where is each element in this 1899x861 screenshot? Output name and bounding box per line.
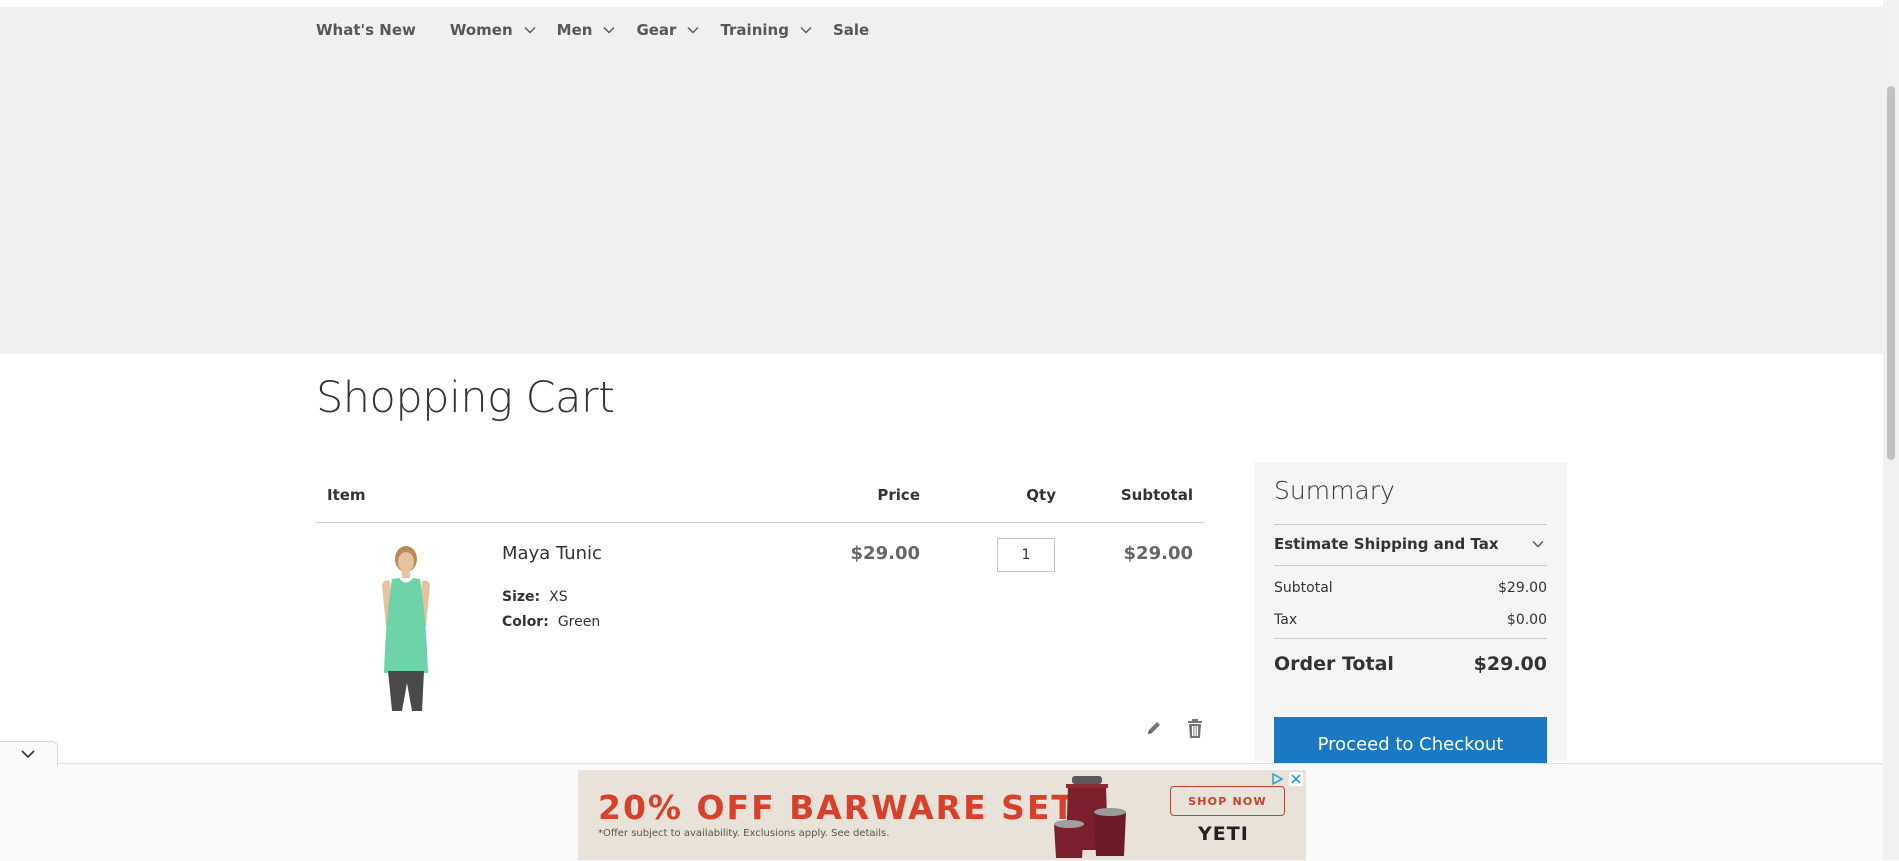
nav-item-training[interactable]: Training <box>720 21 812 39</box>
chevron-down-icon <box>603 27 615 34</box>
ad-shop-now-button[interactable]: SHOP NOW <box>1170 786 1285 816</box>
nav-item-label: Sale <box>832 21 870 39</box>
estimate-shipping-toggle[interactable]: Estimate Shipping and Tax <box>1274 524 1547 566</box>
summary-tax-label: Tax <box>1274 612 1298 628</box>
option-color-value: Green <box>557 614 601 630</box>
ad-product-image <box>1054 776 1126 858</box>
summary-subtotal: Subtotal $29.00 <box>1274 580 1547 596</box>
option-size: Size: XS <box>502 589 568 605</box>
ad-brand-logo: YETI <box>1198 823 1249 845</box>
summary-order-total: Order Total $29.00 <box>1274 653 1547 675</box>
option-color-label: Color: <box>502 614 549 630</box>
item-price: $29.00 <box>850 543 920 564</box>
edit-icon[interactable] <box>1145 719 1163 737</box>
nav-item-whats-new[interactable]: What's New <box>316 21 416 39</box>
option-size-label: Size: <box>502 589 541 605</box>
estimate-shipping-label: Estimate Shipping and Tax <box>1274 535 1499 553</box>
order-summary: Summary Estimate Shipping and Tax Subtot… <box>1254 462 1567 772</box>
nav-item-men[interactable]: Men <box>557 21 617 39</box>
summary-tax: Tax $0.00 <box>1274 612 1547 628</box>
top-strip <box>0 0 1883 7</box>
chevron-down-icon <box>800 27 812 34</box>
nav-band <box>0 7 1883 354</box>
product-image[interactable] <box>362 545 450 713</box>
collapse-ad-button[interactable] <box>0 741 58 766</box>
column-header-qty: Qty <box>1026 486 1056 504</box>
summary-total-label: Order Total <box>1274 653 1394 675</box>
nav-item-label: Training <box>720 21 789 39</box>
nav-item-sale[interactable]: Sale <box>833 21 869 39</box>
cart-item-row: Maya Tunic Size: XS Color: Green $29.00 $2… <box>316 523 1204 763</box>
summary-title: Summary <box>1274 476 1395 505</box>
close-icon[interactable] <box>1289 772 1303 786</box>
chevron-down-icon <box>687 27 699 34</box>
chevron-down-icon <box>524 27 536 34</box>
cart-table-header: Item Price Qty Subtotal <box>316 480 1204 523</box>
summary-divider <box>1274 638 1547 639</box>
qty-input[interactable] <box>997 538 1055 572</box>
column-header-item: Item <box>327 486 366 504</box>
summary-subtotal-value: $29.00 <box>1498 580 1547 596</box>
item-subtotal: $29.00 <box>1123 543 1193 564</box>
summary-tax-value: $0.00 <box>1506 612 1547 628</box>
summary-total-value: $29.00 <box>1473 653 1547 675</box>
option-size-value: XS <box>549 589 568 605</box>
delete-icon[interactable] <box>1187 719 1203 738</box>
nav-item-women[interactable]: Women <box>450 21 537 39</box>
nav-item-label: Men <box>556 21 593 39</box>
page-title: Shopping Cart <box>316 373 615 423</box>
main-nav: What's New Women Men Gear Training Sale <box>316 7 903 53</box>
ad-choices-icon[interactable] <box>1270 772 1284 786</box>
product-name[interactable]: Maya Tunic <box>502 543 602 564</box>
chevron-down-icon <box>21 750 35 759</box>
nav-item-label: Women <box>449 21 513 39</box>
ad-headline: 20% OFF BARWARE SETS <box>598 788 1102 827</box>
column-header-price: Price <box>877 486 920 504</box>
nav-item-gear[interactable]: Gear <box>636 21 700 39</box>
ad-banner[interactable]: 20% OFF BARWARE SETS *Offer subject to a… <box>578 770 1306 860</box>
chevron-down-icon <box>1532 541 1544 548</box>
scrollbar-thumb[interactable] <box>1887 86 1895 460</box>
page-scrollbar[interactable] <box>1883 0 1899 860</box>
nav-item-label: Gear <box>636 21 677 39</box>
summary-subtotal-label: Subtotal <box>1274 580 1333 596</box>
ad-fine-print: *Offer subject to availability. Exclusio… <box>598 828 890 839</box>
nav-item-label: What's New <box>316 21 416 39</box>
column-header-subtotal: Subtotal <box>1120 486 1193 504</box>
option-color: Color: Green <box>502 614 600 630</box>
cart-table: Item Price Qty Subtotal Maya Tunic Size:… <box>316 480 1204 763</box>
